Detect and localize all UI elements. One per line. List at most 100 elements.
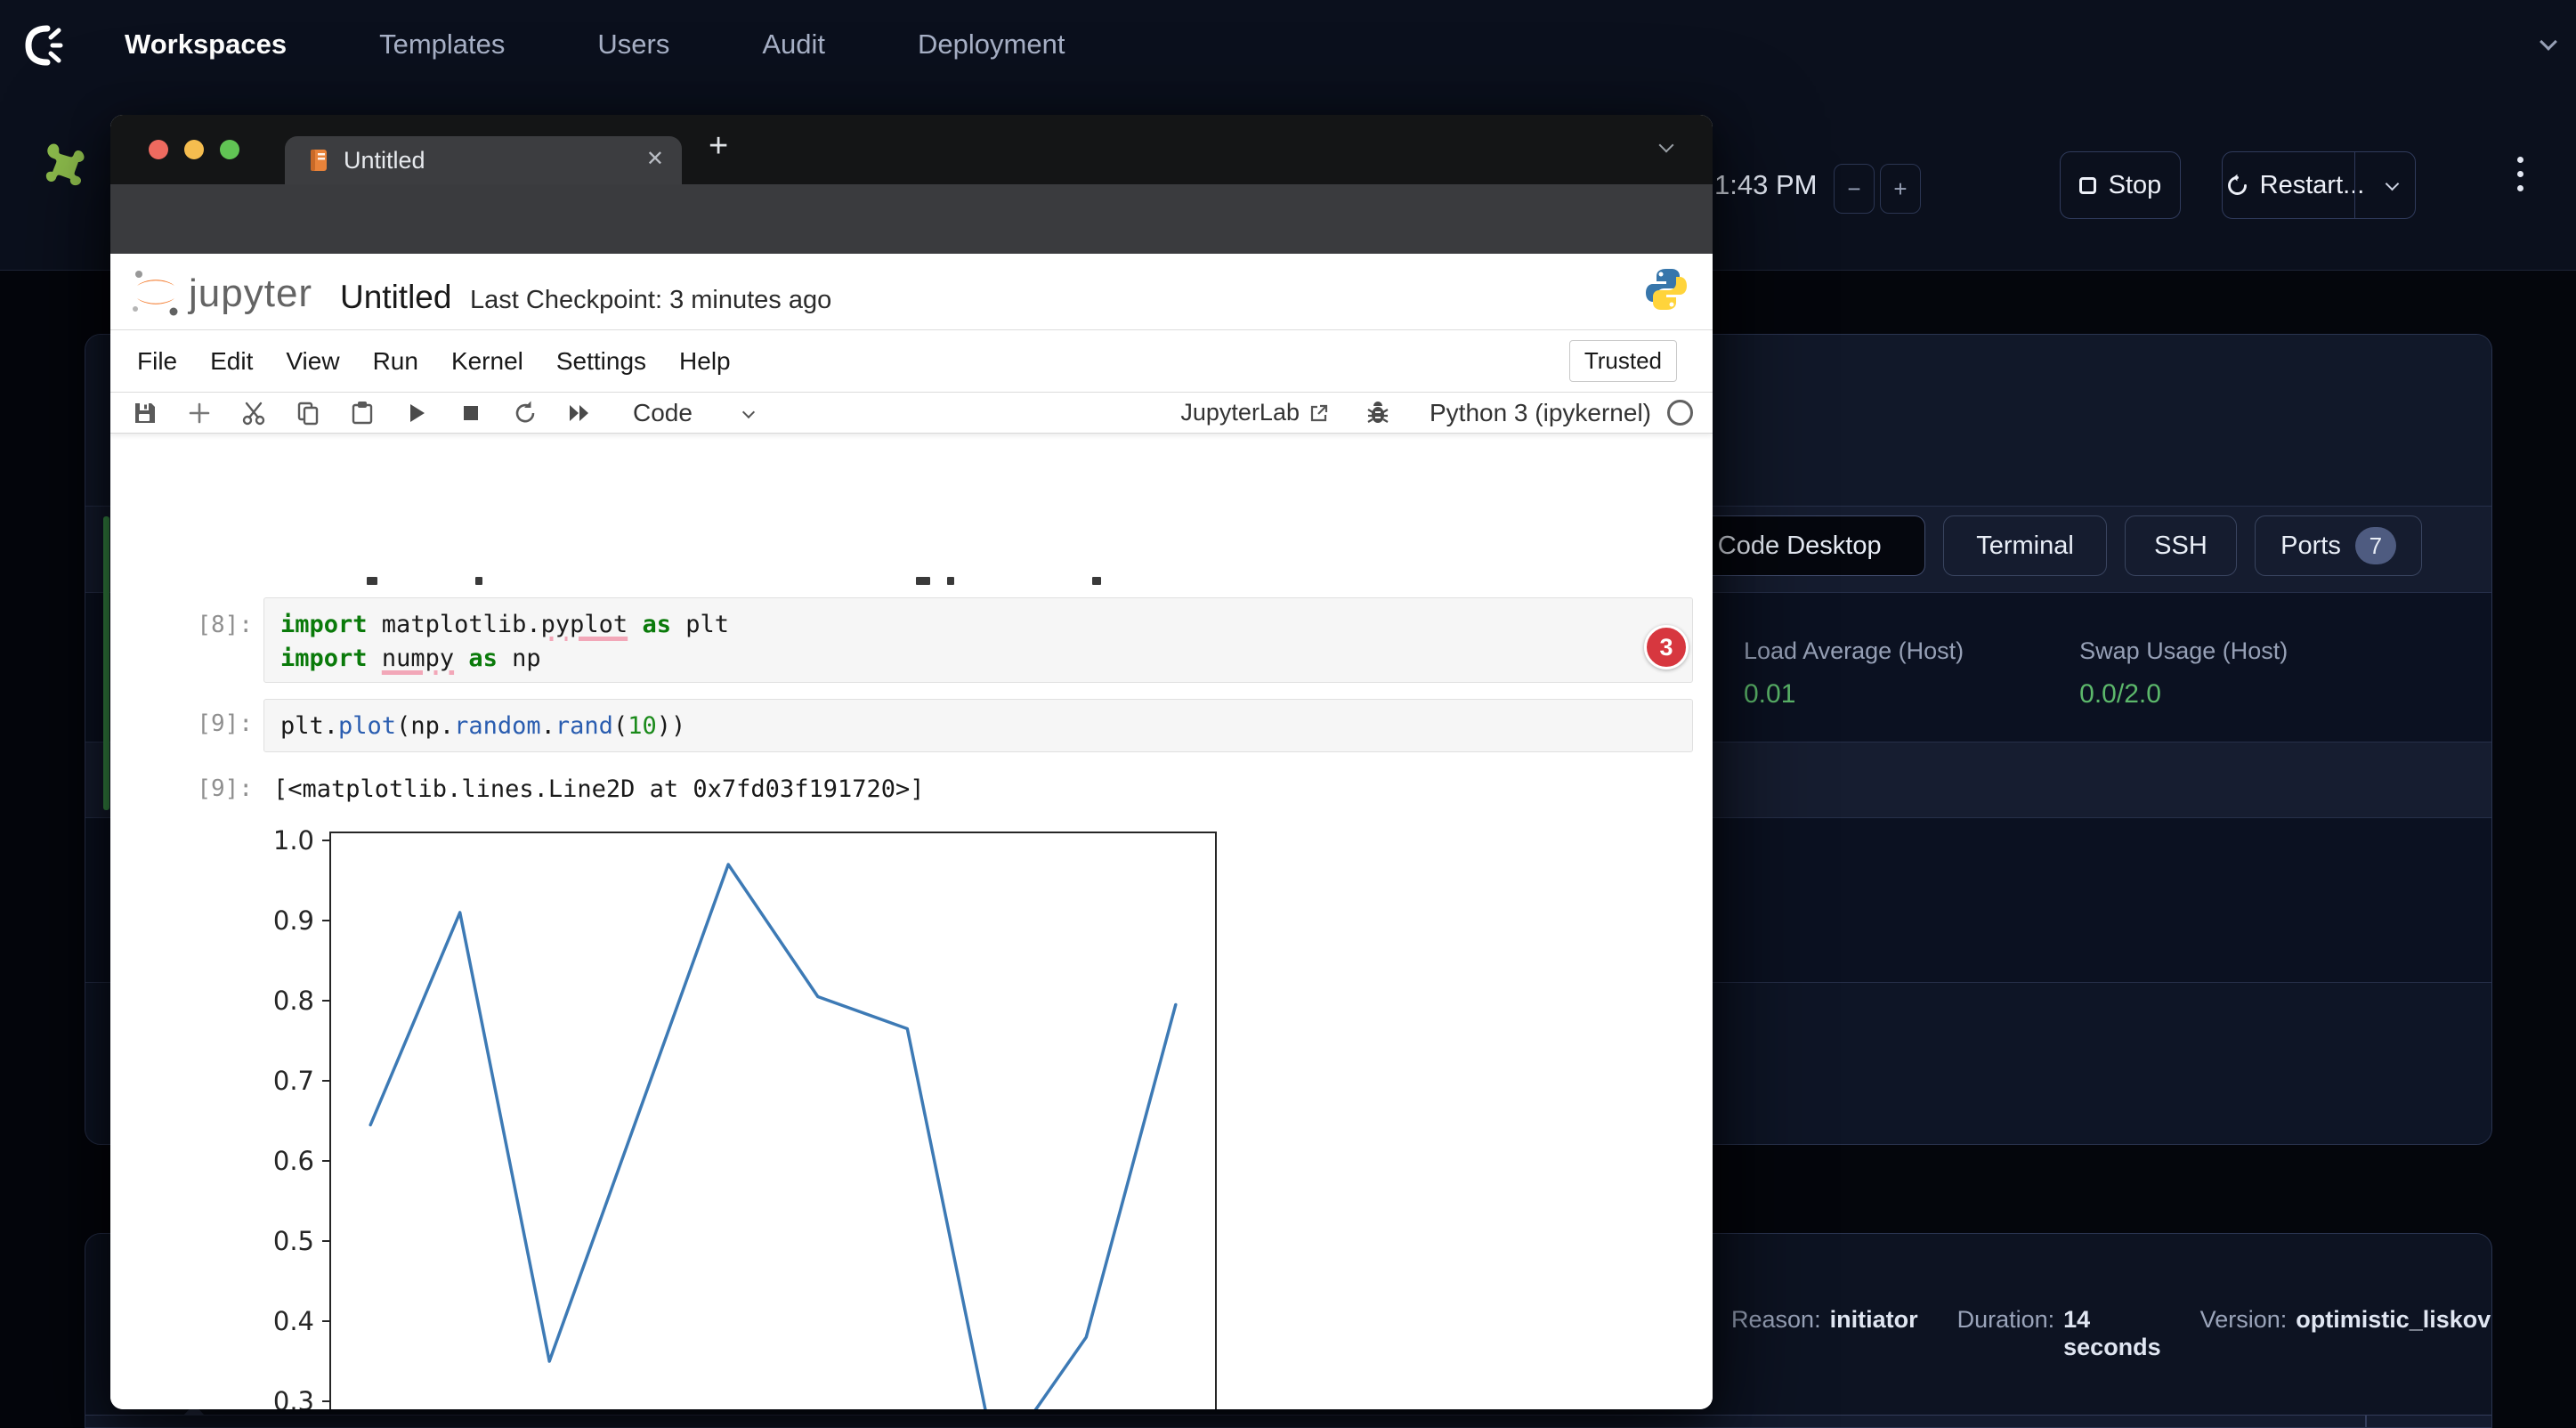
- notebook-title[interactable]: Untitled: [340, 279, 451, 316]
- window-close-button[interactable]: [149, 140, 168, 159]
- app-button-label: Terminal: [1976, 531, 2074, 561]
- build-info-value: optimistic_liskov9: [2296, 1306, 2492, 1361]
- user-avatar[interactable]: [2473, 15, 2530, 72]
- paste-icon[interactable]: [349, 400, 376, 426]
- app-launch-buttons: S Code DesktopTerminalSSHPorts7: [1649, 515, 2422, 576]
- zoom-out-button[interactable]: −: [1834, 164, 1875, 214]
- cell-type-chevron-icon[interactable]: [744, 405, 753, 421]
- nav-item-deployment[interactable]: Deployment: [918, 28, 1065, 61]
- metric-value: 0.01: [1744, 679, 1964, 710]
- menu-view[interactable]: View: [286, 347, 339, 376]
- y-tick-label: 0.5: [273, 1226, 314, 1256]
- button-divider: [2354, 152, 2355, 218]
- cell-prompt: [8]:: [164, 612, 253, 638]
- jupyter-menubar: File Edit View Run Kernel Settings Help Truste…: [110, 330, 1713, 393]
- jupyter-brand[interactable]: jupyter: [189, 272, 312, 316]
- stop-icon[interactable]: [458, 400, 484, 426]
- kernel-status-icon: [1667, 400, 1693, 426]
- app-button-terminal[interactable]: Terminal: [1943, 515, 2107, 576]
- menu-file[interactable]: File: [137, 347, 177, 376]
- nav-item-templates[interactable]: Templates: [379, 28, 505, 61]
- clipped-code-fragment: [367, 577, 377, 585]
- nav-item-audit[interactable]: Audit: [762, 28, 825, 61]
- jupyter-notebook: jupyter Untitled Last Checkpoint: 3 minu…: [110, 254, 1713, 1409]
- jupyter-toolbar: Code JupyterLab Python 3 (i: [110, 393, 1713, 434]
- window-zoom-button[interactable]: [220, 140, 239, 159]
- code-cell[interactable]: import matplotlib.pyplot as pltimport nu…: [263, 597, 1693, 683]
- menu-settings[interactable]: Settings: [556, 347, 646, 376]
- restart-workspace-button[interactable]: Restart...: [2222, 151, 2416, 219]
- debugger-bug-icon[interactable]: [1365, 401, 1390, 426]
- build-info-label: Reason:: [1731, 1306, 1821, 1361]
- code-line: plt.plot(np.random.rand(10)): [280, 710, 1676, 743]
- menu-run[interactable]: Run: [373, 347, 418, 376]
- clipped-code-fragment: [916, 577, 930, 585]
- external-link-icon[interactable]: [1308, 402, 1330, 424]
- tab-search-chevron-icon[interactable]: [1661, 140, 1672, 150]
- cut-icon[interactable]: [240, 400, 267, 426]
- restart-options-chevron[interactable]: [2387, 179, 2397, 189]
- y-tick-label: 1.0: [273, 825, 314, 856]
- avatar-image: [2473, 15, 2530, 72]
- checkpoint-status: Last Checkpoint: 3 minutes ago: [470, 286, 831, 315]
- restart-button-label: Restart...: [2260, 171, 2365, 200]
- y-tick-label: 0.9: [273, 905, 314, 936]
- build-info-row: Reason:initiatorDuration:14 secondsVersi…: [1731, 1306, 2492, 1361]
- y-tick-label: 0.6: [273, 1146, 314, 1176]
- python-logo: [1643, 266, 1689, 312]
- minus-icon: −: [1847, 175, 1860, 203]
- output-prompt: [9]:: [164, 775, 253, 802]
- window-minimize-button[interactable]: [184, 140, 204, 159]
- browser-toolbar: 5555--main--test--matifali.atif.cdr.dev/…: [110, 184, 1713, 254]
- tab-close-icon[interactable]: ✕: [646, 146, 664, 172]
- menu-edit[interactable]: Edit: [210, 347, 253, 376]
- ports-count-badge: 7: [2355, 527, 2396, 564]
- workspace-time: 1:43 PM: [1714, 169, 1817, 201]
- notebook-book-icon: [306, 148, 331, 173]
- clipped-code-fragment: [1092, 577, 1101, 585]
- kernel-name[interactable]: Python 3 (ipykernel): [1430, 399, 1651, 427]
- code-line: import numpy as np: [280, 642, 1676, 676]
- code-cell[interactable]: plt.plot(np.random.rand(10)): [263, 699, 1693, 752]
- browser-window: Untitled ✕ + 5555--main--tes: [110, 115, 1713, 1409]
- coder-logo-icon[interactable]: [23, 23, 66, 68]
- clipped-code-fragment: [947, 577, 954, 585]
- restart-kernel-icon[interactable]: [512, 400, 539, 426]
- run-icon[interactable]: [403, 400, 430, 426]
- y-tick-label: 0.8: [273, 986, 314, 1016]
- notification-badge[interactable]: 3: [1644, 625, 1689, 669]
- build-info-pair: Reason:initiator: [1731, 1306, 1918, 1361]
- y-tick-label: 0.7: [273, 1066, 314, 1096]
- code-line: import matplotlib.pyplot as plt: [280, 608, 1676, 642]
- menu-help[interactable]: Help: [679, 347, 731, 376]
- browser-tabstrip: Untitled ✕ +: [110, 115, 1713, 184]
- menu-kernel[interactable]: Kernel: [451, 347, 523, 376]
- run-all-icon[interactable]: [566, 400, 593, 426]
- metric: Load Average (Host)0.01: [1744, 637, 1964, 710]
- new-tab-button[interactable]: +: [709, 127, 728, 166]
- build-info-pair: Version:optimistic_liskov9: [2200, 1306, 2492, 1361]
- app-button-ports[interactable]: Ports7: [2255, 515, 2422, 576]
- nav-item-workspaces[interactable]: Workspaces: [125, 28, 287, 61]
- nav-item-users[interactable]: Users: [597, 28, 669, 61]
- puzzle-template-icon: [25, 141, 87, 194]
- add-cell-icon[interactable]: [186, 400, 213, 426]
- workspace-menu-kebab-icon[interactable]: [2517, 157, 2524, 199]
- nav-items: Workspaces Templates Users Audit Deployment: [125, 0, 1065, 89]
- save-icon[interactable]: [132, 400, 158, 426]
- build-info-label: Version:: [2200, 1306, 2288, 1361]
- copy-icon[interactable]: [295, 400, 321, 426]
- y-tick-label: 0.3: [273, 1386, 314, 1409]
- browser-tab[interactable]: Untitled ✕: [285, 136, 682, 184]
- build-info-value: initiator: [1830, 1306, 1918, 1361]
- zoom-in-button[interactable]: +: [1880, 164, 1921, 214]
- toolbar-icons: [132, 400, 620, 426]
- restart-icon: [2225, 174, 2249, 198]
- jupyterlab-link[interactable]: JupyterLab: [1180, 399, 1300, 426]
- trusted-button[interactable]: Trusted: [1569, 340, 1677, 382]
- chevron-down-icon[interactable]: [2542, 36, 2558, 52]
- app-button-ssh[interactable]: SSH: [2125, 515, 2237, 576]
- cell-type-dropdown[interactable]: Code: [633, 399, 693, 427]
- timeline-band: [85, 1415, 2491, 1428]
- stop-workspace-button[interactable]: Stop: [2060, 151, 2181, 219]
